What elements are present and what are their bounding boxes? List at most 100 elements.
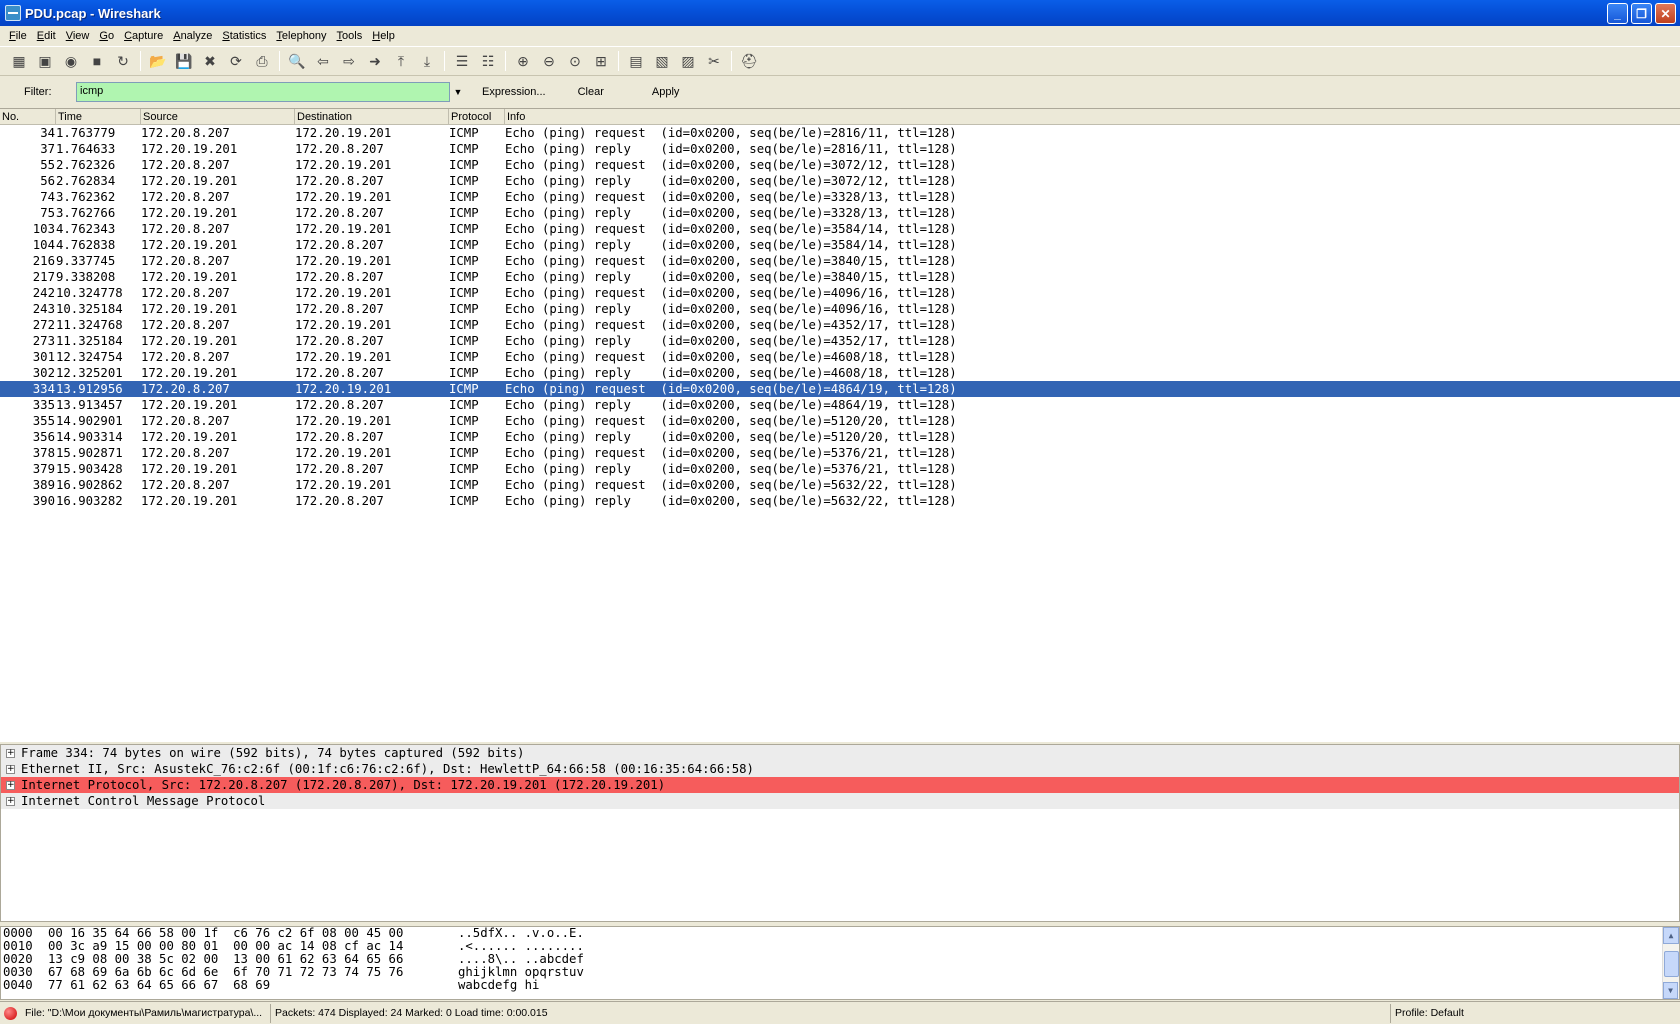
packet-row[interactable]: 272 11.324768 172.20.8.207 172.20.19.201 ICM… bbox=[0, 317, 1680, 333]
hex-ascii[interactable]: ..5dfX.. .v.o..E. bbox=[458, 927, 1679, 940]
stop-capture-icon[interactable]: ■ bbox=[86, 50, 108, 72]
start-capture-icon[interactable]: ◉ bbox=[60, 50, 82, 72]
hex-ascii[interactable]: ghijklmn opqrstuv bbox=[458, 966, 1679, 979]
packet-row[interactable]: 378 15.902871 172.20.8.207 172.20.19.201 ICM… bbox=[0, 445, 1680, 461]
detail-tree-item[interactable]: + Ethernet II, Src: AsustekC_76:c2:6f (00… bbox=[1, 761, 1679, 777]
packet-row[interactable]: 34 1.763779 172.20.8.207 172.20.19.201 ICMP E… bbox=[0, 125, 1680, 141]
minimize-button[interactable]: _ bbox=[1607, 3, 1628, 24]
menu-statistics[interactable]: Statistics bbox=[217, 30, 271, 42]
go-back-icon[interactable]: ⇦ bbox=[312, 50, 334, 72]
apply-button[interactable]: Apply bbox=[636, 86, 696, 98]
expand-icon[interactable]: + bbox=[6, 764, 15, 774]
restart-capture-icon[interactable]: ↻ bbox=[112, 50, 134, 72]
detail-tree-item[interactable]: + Frame 334: 74 bytes on wire (592 bits),… bbox=[1, 745, 1679, 761]
close-button[interactable]: ✕ bbox=[1655, 3, 1676, 24]
packet-row[interactable]: 355 14.902901 172.20.8.207 172.20.19.201 ICM… bbox=[0, 413, 1680, 429]
zoom-normal-icon[interactable]: ⊙ bbox=[564, 50, 586, 72]
packet-row[interactable]: 104 4.762838 172.20.19.201 172.20.8.207 ICMP… bbox=[0, 237, 1680, 253]
packet-row[interactable]: 301 12.324754 172.20.8.207 172.20.19.201 ICM… bbox=[0, 349, 1680, 365]
zoom-out-icon[interactable]: ⊖ bbox=[538, 50, 560, 72]
menu-edit[interactable]: Edit bbox=[32, 30, 61, 42]
hex-ascii[interactable]: .<...... ........ bbox=[458, 940, 1679, 953]
expression-button[interactable]: Expression... bbox=[466, 86, 562, 98]
maximize-button[interactable]: ❐ bbox=[1631, 3, 1652, 24]
packet-destination: 172.20.8.207 bbox=[295, 206, 384, 220]
packet-row[interactable]: 335 13.913457 172.20.19.201 172.20.8.207 ICM… bbox=[0, 397, 1680, 413]
packet-row[interactable]: 379 15.903428 172.20.19.201 172.20.8.207 ICM… bbox=[0, 461, 1680, 477]
packet-bytes[interactable]: 0000 00 16 35 64 66 58 00 1f c6 76 c2 6f … bbox=[0, 926, 1680, 1000]
menu-capture[interactable]: Capture bbox=[119, 30, 168, 42]
status-profile[interactable]: Profile: Default bbox=[1391, 1004, 1680, 1023]
go-forward-icon[interactable]: ⇨ bbox=[338, 50, 360, 72]
packet-row[interactable]: 302 12.325201 172.20.19.201 172.20.8.207 ICM… bbox=[0, 365, 1680, 381]
colorize-icon[interactable]: ☰ bbox=[451, 50, 473, 72]
go-to-packet-icon[interactable]: ➜ bbox=[364, 50, 386, 72]
capture-filters-icon[interactable]: ▤ bbox=[625, 50, 647, 72]
packet-row[interactable]: 242 10.324778 172.20.8.207 172.20.19.201 ICM… bbox=[0, 285, 1680, 301]
packet-row[interactable]: 390 16.903282 172.20.19.201 172.20.8.207 ICM… bbox=[0, 493, 1680, 509]
bytes-scrollbar[interactable]: ▲ ▼ bbox=[1662, 927, 1679, 999]
column-header-source[interactable]: Source bbox=[141, 109, 295, 124]
scroll-thumb[interactable] bbox=[1664, 951, 1679, 977]
print-icon[interactable]: ⎙ bbox=[251, 50, 273, 72]
go-last-icon[interactable]: ⤓ bbox=[416, 50, 438, 72]
resize-columns-icon[interactable]: ⊞ bbox=[590, 50, 612, 72]
filter-dropdown-icon[interactable]: ▼ bbox=[450, 87, 466, 97]
menu-tools[interactable]: Tools bbox=[332, 30, 368, 42]
column-header-no[interactable]: No. bbox=[0, 109, 56, 124]
capture-options-icon[interactable]: ▣ bbox=[34, 50, 56, 72]
auto-scroll-icon[interactable]: ☷ bbox=[477, 50, 499, 72]
interface-list-icon[interactable]: ▦ bbox=[8, 50, 30, 72]
preferences-icon[interactable]: ✂ bbox=[703, 50, 725, 72]
column-header-info[interactable]: Info bbox=[505, 109, 1680, 124]
packet-row[interactable]: 56 2.762834 172.20.19.201 172.20.8.207 ICMP E… bbox=[0, 173, 1680, 189]
clear-button[interactable]: Clear bbox=[562, 86, 620, 98]
menu-view[interactable]: View bbox=[61, 30, 95, 42]
reload-icon[interactable]: ⟳ bbox=[225, 50, 247, 72]
close-file-icon[interactable]: ✖ bbox=[199, 50, 221, 72]
filter-input[interactable]: icmp bbox=[76, 82, 450, 102]
hex-offset[interactable]: 0040 bbox=[1, 979, 48, 992]
packet-row[interactable]: 37 1.764633 172.20.19.201 172.20.8.207 ICMP E… bbox=[0, 141, 1680, 157]
expand-icon[interactable]: + bbox=[6, 780, 15, 790]
menu-telephony[interactable]: Telephony bbox=[271, 30, 331, 42]
packet-row[interactable]: 273 11.325184 172.20.19.201 172.20.8.207 ICM… bbox=[0, 333, 1680, 349]
find-packet-icon[interactable]: 🔍 bbox=[286, 50, 308, 72]
detail-tree-item[interactable]: + Internet Control Message Protocol bbox=[1, 793, 1679, 809]
packet-row-selected[interactable]: 334 13.912956 172.20.8.207 172.20.19.201 ICM… bbox=[0, 381, 1680, 397]
packet-row[interactable]: 243 10.325184 172.20.19.201 172.20.8.207 ICM… bbox=[0, 301, 1680, 317]
coloring-rules-icon[interactable]: ▨ bbox=[677, 50, 699, 72]
packet-details[interactable]: + Frame 334: 74 bytes on wire (592 bits),… bbox=[0, 744, 1680, 922]
hex-ascii[interactable]: ....8\.. ..abcdef bbox=[458, 953, 1679, 966]
menu-analyze[interactable]: Analyze bbox=[168, 30, 217, 42]
packet-row[interactable]: 217 9.338208 172.20.19.201 172.20.8.207 ICMP… bbox=[0, 269, 1680, 285]
packet-row[interactable]: 74 3.762362 172.20.8.207 172.20.19.201 ICMP E… bbox=[0, 189, 1680, 205]
hex-bytes[interactable]: 77 61 62 63 64 65 66 67 68 69 bbox=[48, 979, 458, 992]
packet-row[interactable]: 389 16.902862 172.20.8.207 172.20.19.201 ICM… bbox=[0, 477, 1680, 493]
packet-row[interactable]: 103 4.762343 172.20.8.207 172.20.19.201 ICMP… bbox=[0, 221, 1680, 237]
packet-row[interactable]: 55 2.762326 172.20.8.207 172.20.19.201 ICMP E… bbox=[0, 157, 1680, 173]
packet-row[interactable]: 356 14.903314 172.20.19.201 172.20.8.207 ICM… bbox=[0, 429, 1680, 445]
display-filters-icon[interactable]: ▧ bbox=[651, 50, 673, 72]
packet-list[interactable]: No. Time Source Destination Protocol Inf… bbox=[0, 108, 1680, 742]
column-header-time[interactable]: Time bbox=[56, 109, 141, 124]
menu-help[interactable]: Help bbox=[367, 30, 400, 42]
hex-ascii[interactable]: wabcdefg hi bbox=[458, 979, 1679, 992]
go-first-icon[interactable]: ⤒ bbox=[390, 50, 412, 72]
save-file-icon[interactable]: 💾 bbox=[173, 50, 195, 72]
column-header-protocol[interactable]: Protocol bbox=[449, 109, 505, 124]
menu-go[interactable]: Go bbox=[94, 30, 119, 42]
packet-row[interactable]: 75 3.762766 172.20.19.201 172.20.8.207 ICMP E… bbox=[0, 205, 1680, 221]
expand-icon[interactable]: + bbox=[6, 796, 15, 806]
expert-info-icon[interactable] bbox=[4, 1006, 17, 1020]
detail-tree-item[interactable]: + Internet Protocol, Src: 172.20.8.207 (1… bbox=[1, 777, 1679, 793]
open-file-icon[interactable]: 📂 bbox=[147, 50, 169, 72]
scroll-up-icon[interactable]: ▲ bbox=[1663, 927, 1679, 944]
expand-icon[interactable]: + bbox=[6, 748, 15, 758]
zoom-in-icon[interactable]: ⊕ bbox=[512, 50, 534, 72]
packet-row[interactable]: 216 9.337745 172.20.8.207 172.20.19.201 ICMP… bbox=[0, 253, 1680, 269]
menu-file[interactable]: File bbox=[4, 30, 32, 42]
column-header-destination[interactable]: Destination bbox=[295, 109, 449, 124]
scroll-down-icon[interactable]: ▼ bbox=[1663, 982, 1678, 999]
help-icon[interactable]: ⛑ bbox=[738, 50, 760, 72]
